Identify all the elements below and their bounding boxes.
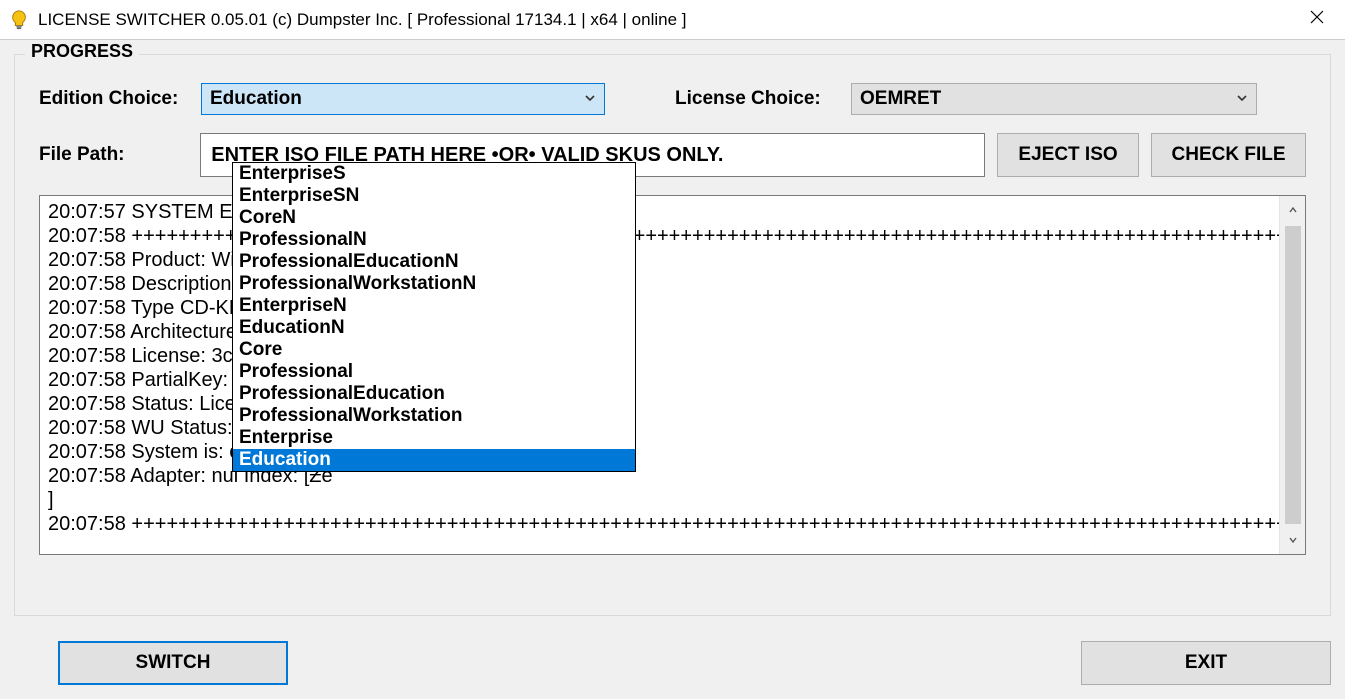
scroll-down-button[interactable]: [1280, 526, 1305, 554]
label-edition: Edition Choice:: [39, 88, 201, 110]
titlebar: LICENSE SWITCHER 0.05.01 (c) Dumpster In…: [0, 0, 1345, 40]
scroll-up-button[interactable]: [1280, 196, 1305, 224]
edition-option[interactable]: ProfessionalEducation: [233, 383, 635, 405]
window-title: LICENSE SWITCHER 0.05.01 (c) Dumpster In…: [38, 10, 1295, 30]
progress-group: PROGRESS Edition Choice: Education Licen…: [14, 54, 1331, 616]
edition-option[interactable]: EducationN: [233, 317, 635, 339]
edition-option[interactable]: Professional: [233, 361, 635, 383]
eject-iso-button[interactable]: EJECT ISO: [997, 133, 1139, 177]
edition-option[interactable]: ProfessionalWorkstationN: [233, 273, 635, 295]
close-button[interactable]: [1295, 2, 1339, 38]
edition-dropdown-list[interactable]: EnterpriseSEnterpriseSNCoreNProfessional…: [232, 162, 636, 472]
switch-button[interactable]: SWITCH: [58, 641, 288, 685]
edition-option[interactable]: Enterprise: [233, 427, 635, 449]
edition-combo[interactable]: Education: [201, 83, 605, 115]
edition-option[interactable]: ProfessionalWorkstation: [233, 405, 635, 427]
log-output[interactable]: 20:07:57 SYSTEM EDITION INFORMATION 20:0…: [40, 196, 1279, 554]
client-area: PROGRESS Edition Choice: Education Licen…: [0, 40, 1345, 699]
edition-option[interactable]: ProfessionalN: [233, 229, 635, 251]
group-title: PROGRESS: [25, 41, 139, 62]
bottom-bar: SWITCH EXIT: [14, 641, 1331, 685]
exit-button[interactable]: EXIT: [1081, 641, 1331, 685]
edition-option[interactable]: EnterpriseN: [233, 295, 635, 317]
chevron-down-icon: [1236, 88, 1248, 110]
chevron-down-icon: [584, 88, 596, 110]
edition-option[interactable]: EnterpriseS: [233, 163, 635, 185]
edition-option[interactable]: ProfessionalEducationN: [233, 251, 635, 273]
edition-combo-value: Education: [210, 88, 302, 110]
license-combo[interactable]: OEMRET: [851, 83, 1257, 115]
check-file-button[interactable]: CHECK FILE: [1151, 133, 1306, 177]
edition-option[interactable]: Core: [233, 339, 635, 361]
edition-option[interactable]: CoreN: [233, 207, 635, 229]
edition-option[interactable]: Education: [233, 449, 635, 471]
label-license: License Choice:: [675, 88, 851, 110]
log-scrollbar[interactable]: [1279, 196, 1305, 554]
edition-option[interactable]: EnterpriseSN: [233, 185, 635, 207]
log-panel: 20:07:57 SYSTEM EDITION INFORMATION 20:0…: [39, 195, 1306, 555]
license-combo-value: OEMRET: [860, 88, 941, 110]
scroll-thumb[interactable]: [1285, 226, 1301, 524]
row-filepath: File Path: ENTER ISO FILE PATH HERE •OR•…: [39, 133, 1306, 177]
label-filepath: File Path:: [39, 144, 146, 166]
close-icon: [1309, 9, 1325, 30]
lightbulb-icon: [8, 9, 30, 31]
row-combos: Edition Choice: Education License Choice…: [39, 83, 1306, 115]
